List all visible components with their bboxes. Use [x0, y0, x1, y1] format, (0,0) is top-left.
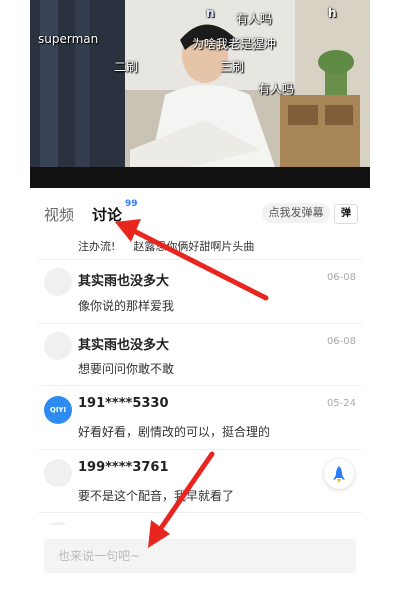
avatar[interactable]	[44, 522, 72, 525]
danmaku-text: n	[206, 6, 215, 20]
comment-input-bar[interactable]	[44, 539, 356, 573]
send-danmaku-button[interactable]: 点我发弹幕	[262, 203, 330, 223]
comment-input[interactable]	[58, 539, 338, 573]
video-player[interactable]: superman 有人吗 为啥我老是猩冲 二刷 三刷 有人吗 n h	[30, 0, 370, 188]
avatar[interactable]: QIYI	[44, 396, 72, 424]
comment-text: 注办流! 赵露思你俩好甜啊片头曲	[78, 240, 255, 253]
danmaku-text: 二刷	[114, 60, 139, 74]
list-item[interactable]: QIYI 191****5330 05-24 好看好看，剧情改的可以，挺合理的	[38, 386, 362, 450]
rocket-icon	[333, 466, 345, 483]
danmaku-text: 有人吗	[258, 82, 295, 96]
tab-discussion[interactable]: 讨论	[92, 204, 122, 225]
comment-username[interactable]: 其实雨也没多大	[78, 334, 169, 353]
comment-username[interactable]: 191****5330	[78, 396, 169, 411]
danmaku-text: 为啥我老是猩冲	[192, 37, 277, 51]
comment-username[interactable]: 其实雨也没多大	[78, 270, 169, 289]
comment-text: 想要问问你敢不敢	[78, 362, 175, 376]
comment-text: 像你说的那样爱我	[78, 299, 175, 313]
video-frame	[30, 0, 370, 167]
danmaku-text: superman	[38, 32, 99, 46]
danmaku-text: h	[328, 6, 337, 20]
list-item[interactable]: 注办流! 赵露思你俩好甜啊片头曲	[38, 233, 362, 260]
comment-date: 06-08	[326, 272, 356, 283]
video-controls-bar	[30, 167, 370, 188]
comment-date: 06-08	[326, 336, 356, 347]
list-item[interactable]	[38, 513, 362, 525]
list-item[interactable]: 其实雨也没多大 06-08 想要问问你敢不敢	[38, 324, 362, 386]
avatar[interactable]	[44, 268, 72, 296]
comment-text: 好看好看，剧情改的可以，挺合理的	[78, 425, 271, 439]
discussion-count-badge: 99	[125, 199, 138, 209]
avatar[interactable]	[44, 332, 72, 360]
comment-date: 05-24	[326, 398, 356, 409]
avatar[interactable]	[44, 459, 72, 487]
back-to-top-button[interactable]	[324, 459, 354, 489]
list-item[interactable]: 199****3761 要不是这个配音，我早就看了	[38, 450, 362, 513]
tab-video[interactable]: 视频	[44, 204, 74, 225]
list-item[interactable]: 其实雨也没多大 06-08 像你说的那样爱我	[38, 260, 362, 324]
danmaku-text: 有人吗	[236, 12, 273, 26]
danmaku-toggle-icon[interactable]: 弹	[334, 204, 358, 224]
comment-text: 要不是这个配音，我早就看了	[78, 489, 235, 503]
danmaku-text: 三刷	[220, 60, 245, 74]
comment-username[interactable]: 199****3761	[78, 460, 169, 475]
